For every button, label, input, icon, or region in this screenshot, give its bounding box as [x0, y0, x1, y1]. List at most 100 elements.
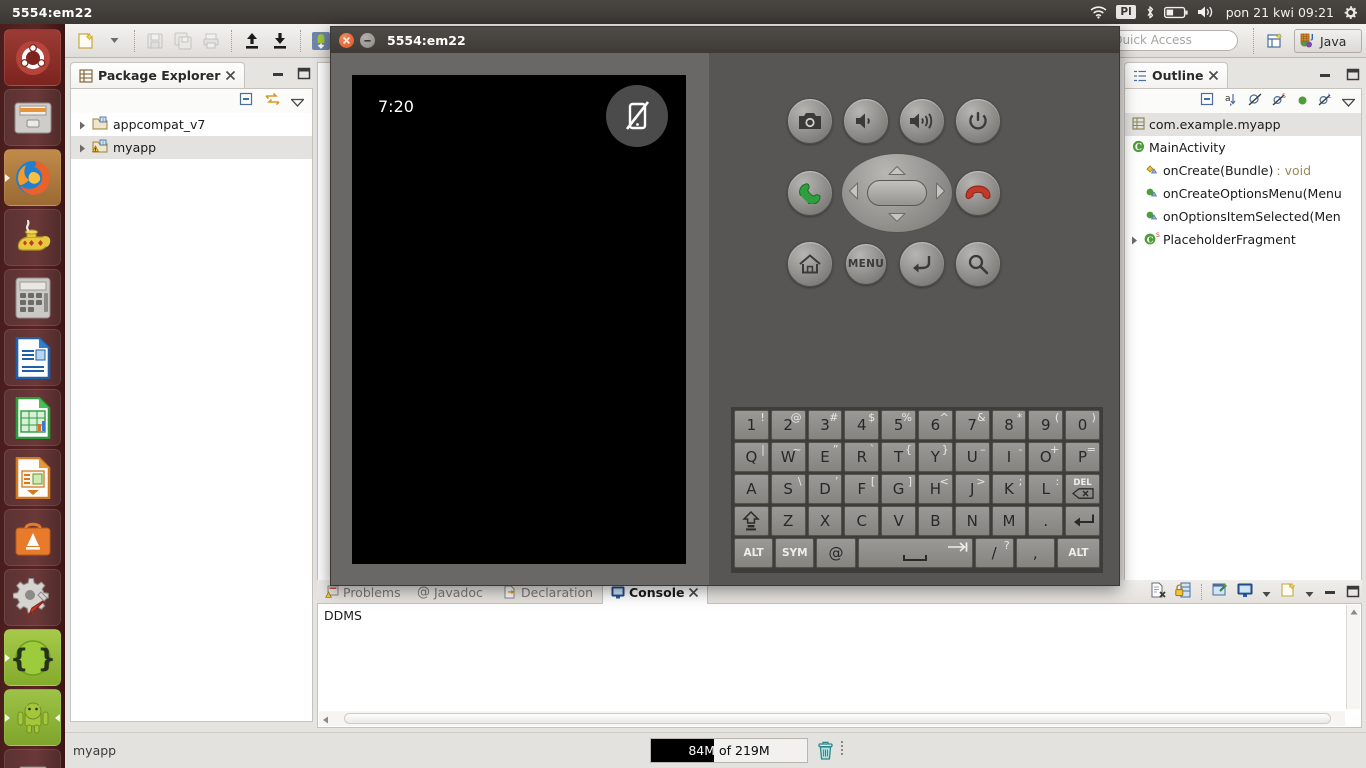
launcher-item-libreoffice-calc[interactable] [4, 389, 61, 446]
key-z[interactable]: Z [770, 506, 806, 536]
display-console-dropdown-icon[interactable] [1262, 583, 1271, 602]
battery-icon[interactable] [1163, 0, 1188, 24]
key-0[interactable]: 0) [1065, 410, 1100, 440]
key-i[interactable]: I- [991, 442, 1027, 472]
dpad-up-icon[interactable] [887, 160, 907, 179]
new-dropdown-icon[interactable] [101, 28, 127, 54]
key-p[interactable]: P = [1065, 442, 1100, 472]
bluetooth-icon[interactable] [1145, 0, 1155, 24]
key-comma[interactable]: , [1015, 538, 1055, 568]
gc-trash-icon[interactable] [817, 741, 834, 764]
open-perspective-icon[interactable] [1264, 31, 1286, 51]
key-6[interactable]: 6 ^ [917, 410, 953, 440]
emulator-titlebar[interactable]: 5554:em22 [331, 27, 1119, 53]
new-wizard-icon[interactable] [73, 28, 99, 54]
open-console-dropdown-icon[interactable] [1305, 583, 1314, 602]
camera-button[interactable] [787, 98, 833, 144]
console-horizontal-scrollbar[interactable] [319, 711, 1345, 726]
search-button[interactable] [955, 241, 1001, 287]
scroll-lock-icon[interactable] [1175, 582, 1191, 602]
clear-console-icon[interactable] [1150, 582, 1166, 602]
outline-item-oncreateoptionsmenu[interactable]: onCreateOptionsMenu(Menu [1125, 182, 1361, 205]
outline-item-placeholderfragment[interactable]: C S PlaceholderFragment [1125, 228, 1361, 251]
view-menu-icon[interactable] [1341, 92, 1356, 111]
key-a[interactable]: A [734, 474, 769, 504]
key-8[interactable]: 8 * [991, 410, 1027, 440]
home-button[interactable] [787, 241, 833, 287]
launcher-item-eclipse[interactable]: { } [4, 629, 61, 686]
key-2[interactable]: 2 @ [770, 410, 806, 440]
expand-arrow-icon[interactable] [77, 142, 88, 153]
key-t[interactable]: T{ [881, 442, 916, 472]
no-sim-phone-icon[interactable] [606, 85, 668, 147]
key-space[interactable] [857, 538, 973, 568]
link-with-editor-icon[interactable] [264, 92, 281, 111]
volume-icon[interactable] [1197, 0, 1217, 24]
launcher-item-system-settings[interactable] [4, 569, 61, 626]
launcher-item-ubuntu-software-center[interactable] [4, 509, 61, 566]
key-g[interactable]: G] [881, 474, 916, 504]
volume-down-button[interactable] [843, 98, 889, 144]
key-h[interactable]: H < [917, 474, 953, 504]
emulator-device-screen[interactable]: 7:20 [352, 75, 686, 564]
sort-icon[interactable]: a [1224, 92, 1239, 111]
dpad-down-icon[interactable] [887, 207, 907, 226]
launcher-item-android-emulator[interactable] [4, 689, 61, 746]
open-console-icon[interactable] [1280, 582, 1296, 602]
key-4[interactable]: 4 $ [844, 410, 880, 440]
key-period[interactable]: . [1028, 506, 1064, 536]
minimize-icon[interactable] [1318, 66, 1332, 85]
heap-status-monitor[interactable]: 84M of 219M [650, 738, 808, 763]
pin-console-icon[interactable] [1212, 582, 1228, 602]
hide-local-icon[interactable]: L [1318, 92, 1333, 111]
launcher-item-files[interactable] [4, 89, 61, 146]
outline-item-onoptionsitemselected[interactable]: onOptionsItemSelected(Men [1125, 205, 1361, 228]
import-icon[interactable] [267, 28, 293, 54]
back-button[interactable] [899, 241, 945, 287]
status-bar-resize-grip[interactable] [841, 741, 843, 755]
key-at[interactable]: @ [816, 538, 856, 568]
key-3[interactable]: 3 # [807, 410, 843, 440]
key-q[interactable]: Q | [734, 442, 769, 472]
key-j[interactable]: J > [954, 474, 990, 504]
outline-item-package[interactable]: com.example.myapp [1125, 113, 1361, 136]
display-console-icon[interactable] [1237, 583, 1253, 602]
key-x[interactable]: X [807, 506, 843, 536]
key-l[interactable]: L: [1028, 474, 1064, 504]
console-vertical-scrollbar[interactable] [1346, 605, 1360, 709]
collapse-all-icon[interactable] [1200, 92, 1215, 111]
key-d[interactable]: D’ [807, 474, 843, 504]
power-button[interactable] [955, 98, 1001, 144]
quick-access-input[interactable]: Quick Access [1102, 30, 1238, 51]
keyboard-layout-indicator[interactable]: Pl [1116, 5, 1136, 19]
maximize-icon[interactable] [1346, 583, 1360, 602]
minimize-icon[interactable] [360, 32, 375, 48]
key-shift[interactable] [734, 506, 769, 536]
key-e[interactable]: E” [807, 442, 843, 472]
launcher-item-ubuntu-dash[interactable] [4, 29, 61, 86]
key-r[interactable]: R ` [844, 442, 880, 472]
hide-static-icon[interactable]: S [1272, 92, 1287, 111]
session-gear-icon[interactable] [1343, 0, 1358, 24]
launcher-item-libreoffice-impress[interactable] [4, 449, 61, 506]
scroll-up-arrow-icon[interactable] [1347, 605, 1360, 619]
key-m[interactable]: M [991, 506, 1027, 536]
expand-arrow-icon[interactable] [1129, 234, 1140, 245]
key-f[interactable]: F[ [844, 474, 880, 504]
key-alt-right[interactable]: ALT [1056, 538, 1100, 568]
key-5[interactable]: 5% [881, 410, 916, 440]
call-button[interactable] [787, 170, 833, 216]
close-icon[interactable] [339, 32, 354, 48]
launcher-item-trash[interactable] [4, 749, 61, 768]
key-y[interactable]: Y} [917, 442, 953, 472]
outline-item-oncreate[interactable]: onCreate(Bundle) : void [1125, 159, 1361, 182]
key-slash[interactable]: /? [974, 538, 1014, 568]
hide-nonpublic-icon[interactable] [1296, 92, 1309, 111]
dpad-right-icon[interactable] [936, 181, 946, 204]
key-c[interactable]: C [844, 506, 880, 536]
view-menu-icon[interactable] [290, 92, 305, 111]
dpad-center-button[interactable] [867, 180, 927, 206]
menu-button[interactable]: MENU [845, 243, 887, 285]
horizontal-scroll-thumb[interactable] [344, 713, 1331, 724]
key-9[interactable]: 9( [1028, 410, 1064, 440]
